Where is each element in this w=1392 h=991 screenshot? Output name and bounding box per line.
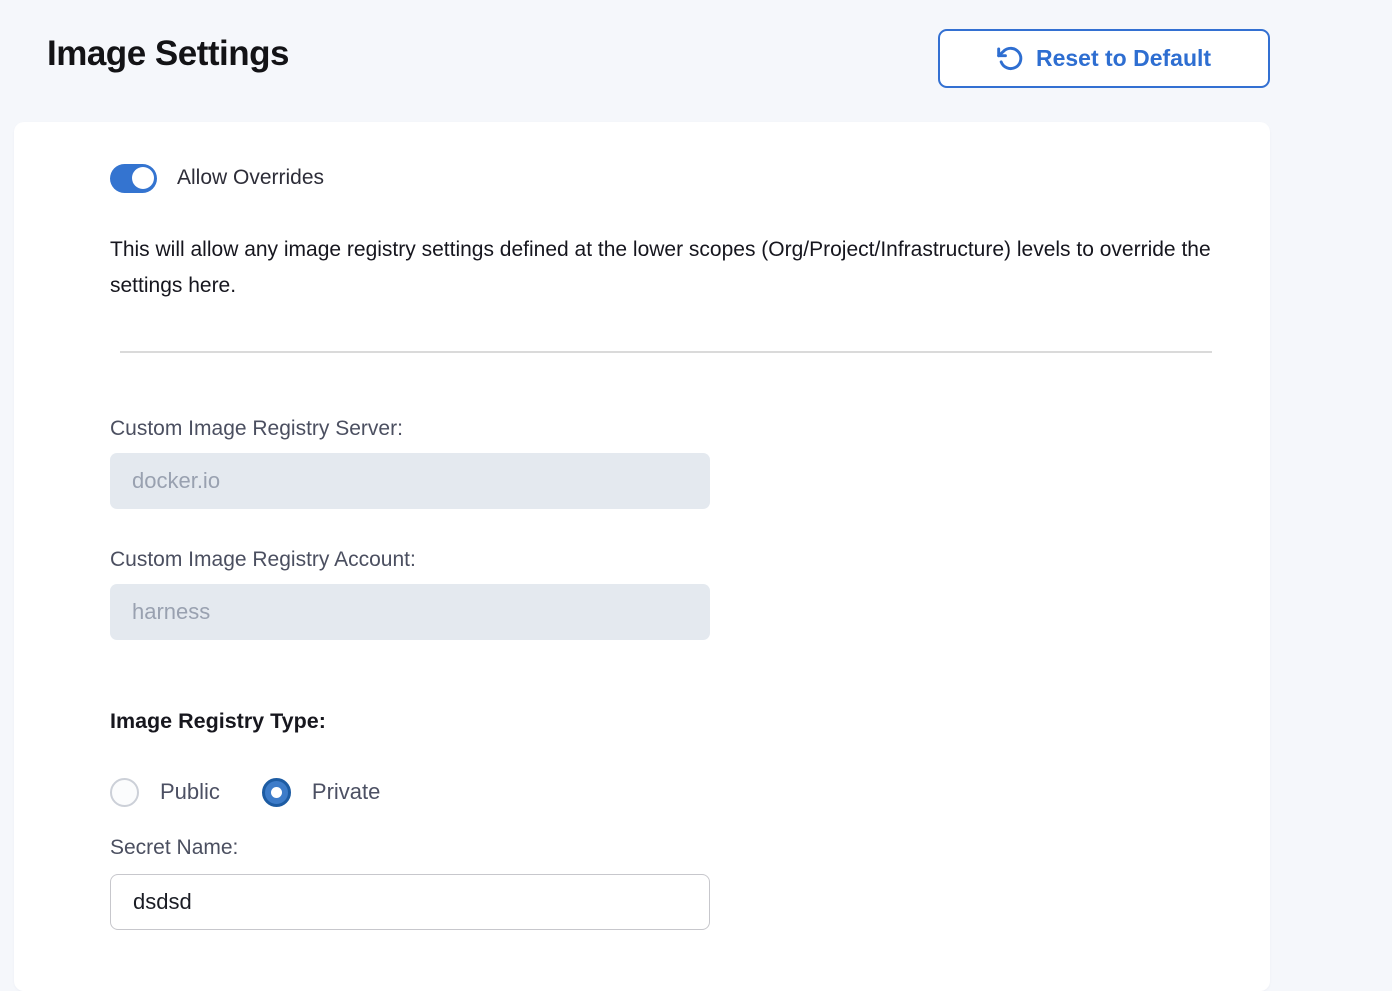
radio-option-public[interactable]: Public bbox=[110, 778, 220, 807]
registry-server-label: Custom Image Registry Server: bbox=[110, 417, 403, 441]
reset-to-default-button[interactable]: Reset to Default bbox=[938, 29, 1270, 88]
allow-overrides-toggle[interactable] bbox=[110, 164, 157, 193]
allow-overrides-row: Allow Overrides bbox=[110, 163, 324, 193]
reset-button-label: Reset to Default bbox=[1036, 45, 1211, 72]
overrides-description: This will allow any image registry setti… bbox=[110, 232, 1230, 304]
registry-account-input[interactable] bbox=[110, 584, 710, 640]
secret-name-input[interactable] bbox=[110, 874, 710, 930]
toggle-knob-icon bbox=[132, 167, 154, 189]
radio-unselected-icon bbox=[110, 778, 139, 807]
radio-label-public: Public bbox=[160, 779, 220, 805]
secret-name-label: Secret Name: bbox=[110, 836, 238, 860]
section-divider bbox=[120, 351, 1212, 353]
registry-server-input[interactable] bbox=[110, 453, 710, 509]
registry-account-label: Custom Image Registry Account: bbox=[110, 548, 416, 572]
allow-overrides-label: Allow Overrides bbox=[177, 166, 324, 190]
radio-label-private: Private bbox=[312, 779, 380, 805]
radio-option-private[interactable]: Private bbox=[262, 778, 380, 807]
reset-ccw-icon bbox=[997, 45, 1024, 72]
registry-type-label: Image Registry Type: bbox=[110, 709, 326, 734]
page-title: Image Settings bbox=[47, 34, 289, 74]
settings-card: Allow Overrides This will allow any imag… bbox=[14, 122, 1270, 991]
radio-selected-icon bbox=[262, 778, 291, 807]
registry-type-radio-group: Public Private bbox=[110, 777, 380, 807]
